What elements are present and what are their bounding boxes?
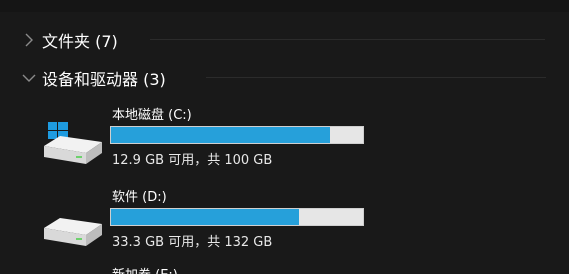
drive-item-c[interactable]: 本地磁盘 (C:) 12.9 GB 可用，共 100 GB — [40, 104, 380, 170]
group-label-devices: 设备和驱动器 (3) — [42, 70, 166, 89]
storage-usage-bar — [110, 126, 364, 144]
hard-drive-icon — [40, 214, 104, 260]
group-header-devices[interactable]: 设备和驱动器 (3) — [20, 66, 166, 90]
drive-name: 软件 (D:) — [112, 190, 167, 205]
drive-free-space: 12.9 GB 可用，共 100 GB — [112, 153, 273, 168]
storage-usage-bar — [110, 208, 364, 226]
drive-name: 本地磁盘 (C:) — [112, 108, 192, 123]
drive-item-d[interactable]: 软件 (D:) 33.3 GB 可用，共 132 GB — [40, 186, 380, 252]
top-strip — [0, 0, 569, 12]
storage-usage-fill — [111, 209, 300, 225]
group-label-folders: 文件夹 (7) — [42, 32, 118, 51]
group-header-folders[interactable]: 文件夹 (7) — [20, 28, 118, 52]
drive-name-e[interactable]: 新加卷 (E:) — [112, 264, 178, 274]
file-explorer-this-pc: 文件夹 (7) 设备和驱动器 (3) 本地磁盘 (C:) 12.9 GB 可用，… — [0, 0, 569, 274]
windows-system-drive-icon — [40, 121, 104, 168]
storage-usage-fill — [111, 127, 331, 143]
chevron-right-icon[interactable] — [20, 31, 38, 49]
chevron-down-icon[interactable] — [20, 69, 38, 87]
drive-free-space: 33.3 GB 可用，共 132 GB — [112, 235, 273, 250]
